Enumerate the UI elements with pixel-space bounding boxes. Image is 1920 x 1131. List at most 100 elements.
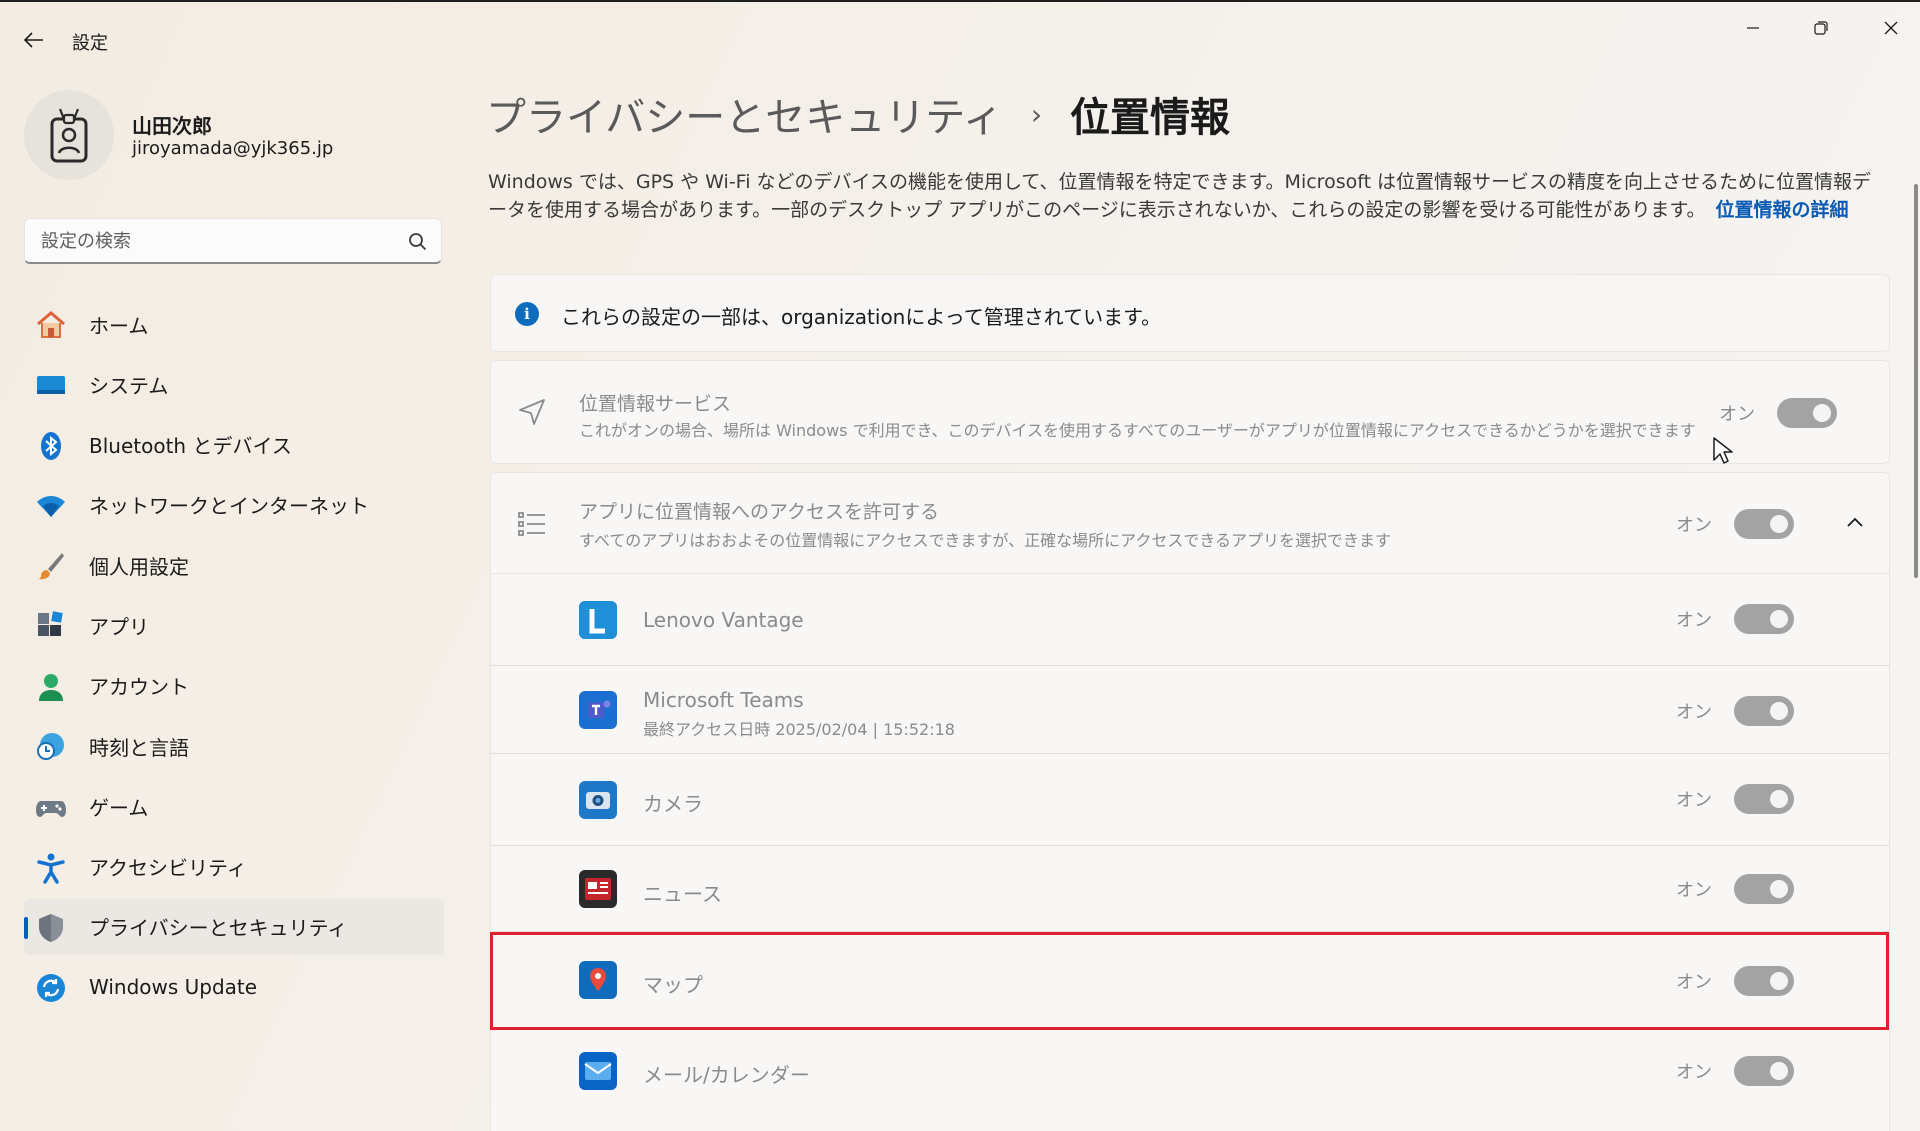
app-location-toggle[interactable]: [1734, 604, 1794, 634]
user-name: 山田次郎: [132, 114, 212, 138]
location-service-card: 位置情報サービス これがオンの場合、場所は Windows で利用でき、このデバ…: [490, 360, 1890, 464]
sidebar-item-accessibility[interactable]: アクセシビリティ: [24, 839, 444, 895]
user-profile[interactable]: 山田次郎 jiroyamada@yjk365.jp: [24, 90, 444, 180]
app-name: マップ: [643, 973, 703, 997]
mouse-cursor-icon: [1713, 437, 1733, 464]
sidebar-item-home[interactable]: ホーム: [24, 296, 444, 352]
toggle-knob: [1813, 404, 1831, 422]
list-icon: [515, 507, 549, 541]
app-toggle-group: オン: [1676, 874, 1794, 904]
lenovo-vantage-icon: [579, 601, 617, 639]
brush-icon: [34, 549, 68, 583]
toggle-state-label: オン: [1676, 515, 1712, 536]
toggle-knob: [1770, 1062, 1788, 1080]
info-bar: i これらの設定の一部は、organizationによって管理されています。: [490, 274, 1890, 352]
app-title: 設定: [72, 33, 108, 54]
toggle-state-label: オン: [1719, 404, 1755, 425]
app-access-title: アプリに位置情報へのアクセスを許可する: [579, 501, 940, 523]
maps-icon: [579, 961, 617, 999]
sidebar-item-label: アカウント: [89, 675, 189, 700]
app-location-toggle[interactable]: [1734, 1056, 1794, 1086]
toggle-state-label: オン: [1676, 972, 1712, 993]
breadcrumb-parent[interactable]: プライバシーとセキュリティ: [486, 85, 1003, 143]
app-toggle-group: オン: [1676, 966, 1794, 996]
windows-update-icon: [34, 971, 68, 1005]
app-name: メール/カレンダー: [643, 1063, 810, 1087]
app-row: Microsoft Teams 最終アクセス日時 2025/02/04 | 15…: [490, 666, 1890, 754]
badge-icon: [50, 108, 88, 163]
app-row: メール/カレンダー オン: [490, 1030, 1890, 1131]
mail-icon: [579, 1052, 617, 1090]
app-row-maps: マップ オン: [490, 932, 1890, 1030]
description-text: Windows では、GPS や Wi-Fi などのデバイスの機能を使用して、位…: [488, 171, 1872, 221]
chevron-up-icon[interactable]: [1843, 511, 1867, 535]
app-access-toggle[interactable]: [1734, 509, 1794, 539]
sidebar-item-label: Bluetooth とデバイス: [89, 434, 292, 459]
back-button[interactable]: [18, 24, 50, 56]
system-icon: [34, 368, 68, 402]
accessibility-icon: [34, 851, 68, 885]
app-location-toggle[interactable]: [1734, 874, 1794, 904]
app-row: Lenovo Vantage オン: [490, 574, 1890, 666]
sidebar-item-label: アプリ: [89, 614, 149, 639]
sidebar-item-windows-update[interactable]: Windows Update: [24, 959, 444, 1015]
sidebar-item-apps[interactable]: アプリ: [24, 597, 444, 653]
shield-icon: [34, 911, 68, 945]
search-input[interactable]: [41, 229, 401, 253]
app-location-toggle[interactable]: [1734, 966, 1794, 996]
minimize-button[interactable]: [1730, 10, 1776, 46]
teams-icon: [579, 691, 617, 729]
app-location-toggle[interactable]: [1734, 784, 1794, 814]
account-icon: [34, 670, 68, 704]
sidebar-item-system[interactable]: システム: [24, 356, 444, 412]
app-access-subtitle: すべてのアプリはおおよその位置情報にアクセスできますが、正確な場所にアクセスでき…: [579, 531, 1392, 550]
toggle-state-label: オン: [1676, 1062, 1712, 1083]
apps-icon: [34, 609, 68, 643]
bluetooth-icon: [34, 429, 68, 463]
sidebar-item-label: 個人用設定: [89, 554, 189, 579]
location-service-title: 位置情報サービス: [579, 393, 732, 415]
sidebar-item-label: ゲーム: [89, 795, 149, 820]
sidebar-item-personalization[interactable]: 個人用設定: [24, 537, 444, 593]
scrollbar[interactable]: [1914, 184, 1918, 578]
location-service-toggle[interactable]: [1777, 398, 1837, 428]
arrow-left-icon: [24, 32, 43, 48]
sidebar-item-time-language[interactable]: 時刻と言語: [24, 718, 444, 774]
close-icon: [1884, 21, 1898, 35]
sidebar-item-network[interactable]: ネットワークとインターネット: [24, 477, 444, 533]
app-name: ニュース: [643, 882, 722, 906]
toggle-knob: [1770, 972, 1788, 990]
avatar: [24, 90, 114, 180]
maximize-button[interactable]: [1798, 10, 1844, 46]
page-description: Windows では、GPS や Wi-Fi などのデバイスの機能を使用して、位…: [488, 168, 1888, 224]
sidebar-item-label: ネットワークとインターネット: [89, 494, 369, 519]
sidebar-item-gaming[interactable]: ゲーム: [24, 778, 444, 834]
location-service-toggle-group: オン: [1719, 398, 1837, 428]
toggle-state-label: オン: [1676, 702, 1712, 723]
sidebar-item-label: アクセシビリティ: [89, 856, 247, 881]
toggle-knob: [1770, 515, 1788, 533]
app-location-toggle[interactable]: [1734, 696, 1794, 726]
sidebar-item-privacy-security[interactable]: プライバシーとセキュリティ: [24, 898, 444, 955]
user-email: jiroyamada@yjk365.jp: [132, 138, 334, 159]
last-access-text: 最終アクセス日時 2025/02/04 | 15:52:18: [643, 720, 955, 739]
app-name: Lenovo Vantage: [643, 608, 804, 632]
info-message: これらの設定の一部は、organizationによって管理されています。: [561, 305, 1162, 329]
info-icon: i: [515, 302, 539, 326]
app-access-toggle-group: オン: [1676, 509, 1794, 539]
location-details-link[interactable]: 位置情報の詳細: [1715, 199, 1848, 221]
search-box[interactable]: [24, 218, 442, 264]
search-icon[interactable]: [407, 231, 429, 253]
sidebar-item-bluetooth[interactable]: Bluetooth とデバイス: [24, 417, 444, 473]
sidebar-item-accounts[interactable]: アカウント: [24, 658, 444, 714]
app-name: Microsoft Teams: [643, 688, 804, 712]
app-toggle-group: オン: [1676, 1056, 1794, 1086]
wifi-icon: [34, 489, 68, 523]
app-location-access-card[interactable]: アプリに位置情報へのアクセスを許可する すべてのアプリはおおよその位置情報にアク…: [490, 472, 1890, 574]
sidebar-item-label: ホーム: [89, 313, 149, 338]
close-button[interactable]: [1868, 10, 1914, 46]
title-bar: 設定: [0, 2, 1920, 72]
news-icon: [579, 870, 617, 908]
toggle-knob: [1770, 880, 1788, 898]
toggle-knob: [1770, 610, 1788, 628]
